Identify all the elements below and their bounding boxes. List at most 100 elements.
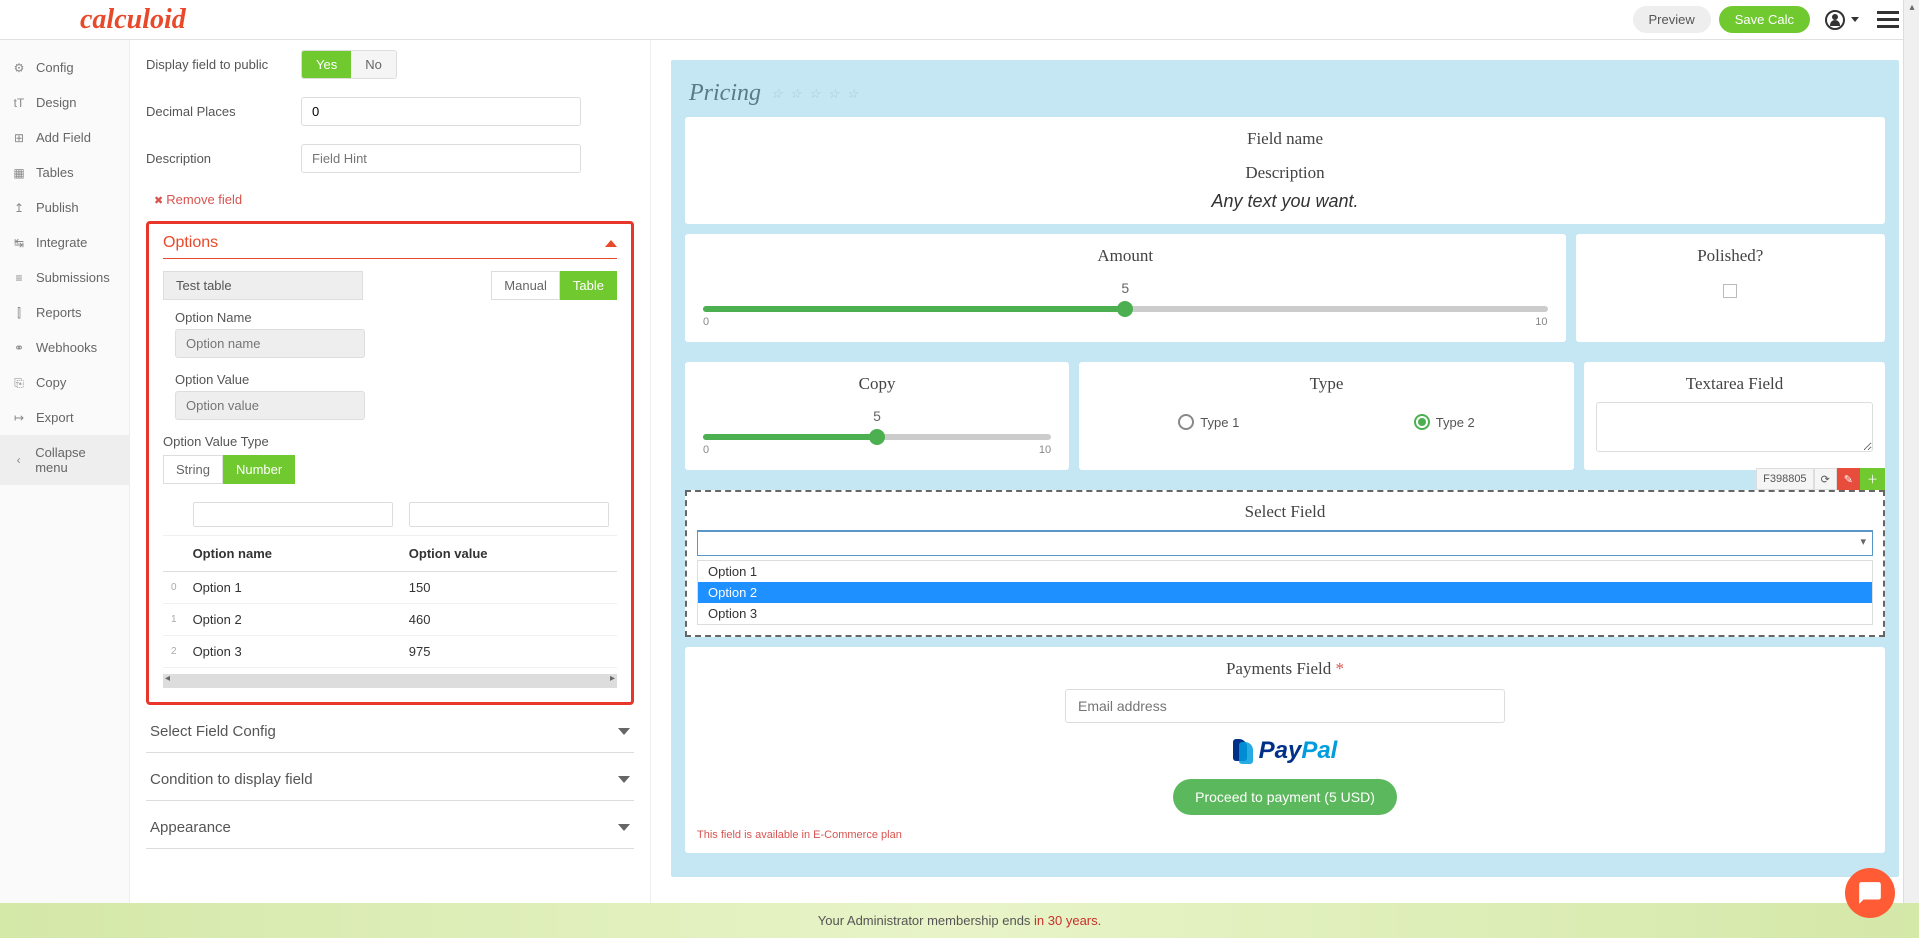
amount-title: Amount — [697, 246, 1554, 266]
option-value-input[interactable] — [175, 391, 365, 420]
select-option[interactable]: Option 3 — [698, 603, 1872, 624]
sidebar-item-add-field[interactable]: ⊞Add Field — [0, 120, 129, 155]
type-title: Type — [1091, 374, 1562, 394]
plus-icon: ⊞ — [12, 131, 26, 145]
cell-value: 460 — [401, 604, 617, 636]
refresh-button[interactable]: ⟳ — [1814, 468, 1837, 490]
type2-radio[interactable]: Type 2 — [1414, 414, 1475, 430]
paypal-icon — [1233, 739, 1255, 765]
sidebar-item-webhooks[interactable]: ⚭Webhooks — [0, 330, 129, 365]
sidebar-item-publish[interactable]: ↥Publish — [0, 190, 129, 225]
sidebar-item-config[interactable]: ⚙ Config — [0, 50, 129, 85]
save-calc-button[interactable]: Save Calc — [1719, 6, 1810, 33]
option-value-type-label: Option Value Type — [163, 434, 617, 449]
sidebar-item-label: Webhooks — [36, 340, 97, 355]
option-name-label: Option Name — [175, 310, 617, 325]
field-name-card[interactable]: Field name Description Any text you want… — [685, 117, 1885, 224]
select-option[interactable]: Option 2 — [698, 582, 1872, 603]
paypal-logo: PayPal — [697, 737, 1873, 765]
sidebar-item-integrate[interactable]: ↹ Integrate — [0, 225, 129, 260]
user-menu-caret-icon[interactable] — [1851, 17, 1859, 22]
add-button[interactable]: ＋ — [1860, 468, 1885, 490]
field-toolbar: F398805 ⟳ ✎ ＋ — [1756, 468, 1885, 490]
manual-mode-button[interactable]: Manual — [491, 271, 560, 300]
chat-widget-button[interactable] — [1845, 868, 1895, 918]
yes-button[interactable]: Yes — [302, 51, 351, 78]
sidebar-item-reports[interactable]: ⫿ Reports — [0, 295, 129, 330]
sidebar-item-copy[interactable]: ⎘Copy — [0, 365, 129, 400]
copy-value: 5 — [703, 408, 1051, 424]
top-bar: calculoid Preview Save Calc — [0, 0, 1919, 40]
slider-thumb[interactable] — [1117, 301, 1133, 317]
sidebar-item-label: Tables — [36, 165, 74, 180]
polished-card[interactable]: Polished? — [1576, 234, 1886, 342]
table-icon: ▦ — [12, 166, 26, 180]
payments-title: Payments Field * — [697, 659, 1873, 679]
cell-name: Option 2 — [185, 604, 401, 636]
remove-field-link[interactable]: Remove field — [154, 192, 242, 207]
condition-display-section[interactable]: Condition to display field — [146, 759, 634, 801]
appearance-section[interactable]: Appearance — [146, 807, 634, 849]
sidebar-item-export[interactable]: ↦Export — [0, 400, 129, 435]
string-type-button[interactable]: String — [163, 455, 223, 484]
type1-radio[interactable]: Type 1 — [1178, 414, 1239, 430]
sidebar-item-tables[interactable]: ▦ Tables — [0, 155, 129, 190]
select-field-card[interactable]: F398805 ⟳ ✎ ＋ Select Field Option 1 Opti… — [685, 490, 1885, 637]
table-row[interactable]: 2Option 3975 — [163, 636, 617, 668]
option-value-label: Option Value — [175, 372, 617, 387]
no-button[interactable]: No — [351, 51, 396, 78]
select-field-config-section[interactable]: Select Field Config — [146, 711, 634, 753]
copy-card[interactable]: Copy 5 010 — [685, 362, 1069, 470]
gear-icon: ⚙ — [12, 61, 26, 75]
type-card[interactable]: Type Type 1 Type 2 — [1079, 362, 1574, 470]
table-row[interactable]: 0Option 1150 — [163, 572, 617, 604]
sidebar-item-design[interactable]: tTDesign — [0, 85, 129, 120]
options-header[interactable]: Options — [163, 234, 617, 259]
chevron-down-icon — [618, 824, 630, 831]
copy-icon: ⎘ — [12, 376, 26, 390]
table-row[interactable]: 1Option 2460 — [163, 604, 617, 636]
polished-checkbox[interactable] — [1723, 284, 1737, 298]
decimal-places-input[interactable] — [301, 97, 581, 126]
horizontal-scrollbar[interactable] — [163, 674, 617, 688]
select-option[interactable]: Option 1 — [698, 561, 1872, 582]
upload-icon: ↥ — [12, 201, 26, 215]
sidebar-item-label: Reports — [36, 305, 82, 320]
user-icon[interactable] — [1825, 10, 1845, 30]
integrate-icon: ↹ — [12, 236, 26, 250]
textarea-input[interactable] — [1596, 402, 1873, 452]
slider-thumb[interactable] — [869, 429, 885, 445]
copy-slider[interactable] — [703, 434, 1051, 440]
preview-button[interactable]: Preview — [1633, 6, 1711, 33]
proceed-payment-button[interactable]: Proceed to payment (5 USD) — [1173, 779, 1397, 815]
textarea-card[interactable]: Textarea Field — [1584, 362, 1885, 470]
filter-value-input[interactable] — [409, 502, 609, 527]
cell-value: 150 — [401, 572, 617, 604]
col-option-name: Option name — [185, 536, 401, 572]
table-mode-button[interactable]: Table — [560, 271, 617, 300]
filter-name-input[interactable] — [193, 502, 393, 527]
rating-stars-icon[interactable]: ☆ ☆ ☆ ☆ ☆ — [771, 86, 860, 102]
description-input[interactable] — [301, 144, 581, 173]
select-title: Select Field — [697, 502, 1873, 522]
option-name-input[interactable] — [175, 329, 365, 358]
page-scrollbar[interactable]: ▴ — [1903, 0, 1919, 938]
number-type-button[interactable]: Number — [223, 455, 295, 484]
preview-panel: Pricing ☆ ☆ ☆ ☆ ☆ Field name Description… — [650, 40, 1919, 938]
hamburger-icon[interactable] — [1877, 7, 1899, 32]
sidebar-item-label: Config — [36, 60, 74, 75]
payments-card[interactable]: Payments Field * PayPal Proceed to payme… — [685, 647, 1885, 853]
select-dropdown[interactable] — [697, 530, 1873, 556]
display-public-label: Display field to public — [146, 57, 301, 72]
sidebar-item-label: Integrate — [36, 235, 87, 250]
amount-card[interactable]: Amount 5 010 — [685, 234, 1566, 342]
amount-slider[interactable] — [703, 306, 1548, 312]
sidebar-item-submissions[interactable]: ≡Submissions — [0, 260, 129, 295]
edit-button[interactable]: ✎ — [1837, 468, 1860, 490]
description-title: Description — [697, 163, 1873, 183]
chevron-down-icon — [618, 776, 630, 783]
sidebar-collapse-menu[interactable]: ‹Collapse menu — [0, 435, 129, 485]
email-input[interactable] — [1065, 689, 1505, 723]
chart-icon: ⫿ — [12, 306, 26, 320]
table-name-select[interactable]: Test table — [163, 271, 363, 300]
